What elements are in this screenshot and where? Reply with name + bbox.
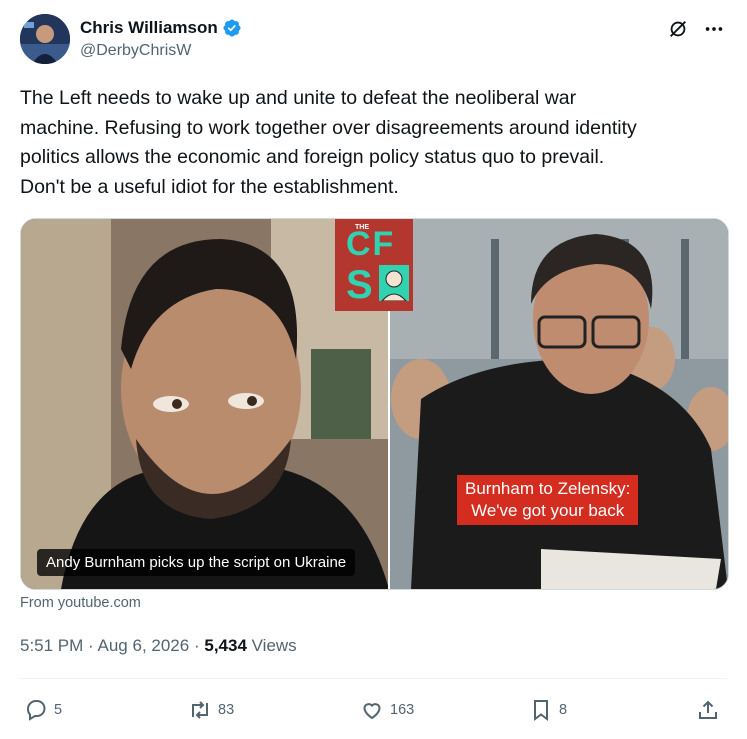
media-caption: Andy Burnham picks up the script on Ukra…: [37, 549, 356, 576]
author-names: Chris Williamson @DerbyChrisW: [80, 17, 242, 62]
reply-count: 5: [54, 702, 63, 718]
verified-badge-icon: [223, 19, 241, 37]
bookmark-button[interactable]: 8: [529, 690, 567, 730]
divider: [20, 678, 727, 679]
meta-separator: ·: [88, 636, 94, 655]
tweet-date[interactable]: Aug 6, 2026: [98, 636, 190, 655]
repost-count: 83: [218, 702, 235, 718]
video-overlay-caption: Burnham to Zelensky: We've got your back: [457, 475, 639, 525]
share-icon: [699, 700, 717, 719]
like-button[interactable]: 163: [360, 690, 414, 730]
views-count[interactable]: 5,434: [204, 636, 247, 655]
media-card[interactable]: THE CF S Burnham to Zelensky: We've got …: [20, 218, 729, 590]
tweet-header: Chris Williamson @DerbyChrisW: [20, 14, 727, 66]
grok-icon[interactable]: [665, 16, 691, 42]
repost-button[interactable]: 83: [188, 690, 234, 730]
action-bar: 5 83 163 8: [20, 690, 727, 730]
media-source-link[interactable]: From youtube.com: [20, 595, 141, 611]
reply-icon: [27, 700, 46, 721]
overlay-line-1: Burnham to Zelensky:: [465, 479, 631, 498]
tweet-time[interactable]: 5:51 PM: [20, 636, 83, 655]
avatar[interactable]: [20, 14, 70, 64]
views-label: Views: [251, 636, 297, 655]
logo-line2: S: [346, 263, 373, 307]
more-icon[interactable]: [701, 16, 727, 42]
display-name-text[interactable]: Chris Williamson: [80, 17, 218, 39]
handle[interactable]: @DerbyChrisW: [80, 40, 242, 62]
like-count: 163: [390, 702, 415, 718]
bookmark-count: 8: [559, 702, 568, 718]
bookmark-icon: [534, 700, 548, 721]
top-actions: [665, 16, 727, 42]
logo-line1: CF: [346, 225, 396, 263]
logo-portrait-icon: [379, 265, 409, 302]
overlay-line-2: We've got your back: [471, 501, 625, 520]
share-button[interactable]: [696, 690, 720, 730]
reply-button[interactable]: 5: [24, 690, 62, 730]
meta-separator: ·: [193, 636, 200, 655]
display-name[interactable]: Chris Williamson: [80, 17, 242, 39]
cfs-logo: THE CF S: [335, 219, 413, 311]
tweet-text: The Left needs to wake up and unite to d…: [20, 87, 637, 198]
repost-icon: [192, 701, 208, 719]
like-icon: [363, 703, 381, 720]
tweet-meta: 5:51 PM · Aug 6, 2026 · 5,434 Views: [20, 636, 297, 656]
